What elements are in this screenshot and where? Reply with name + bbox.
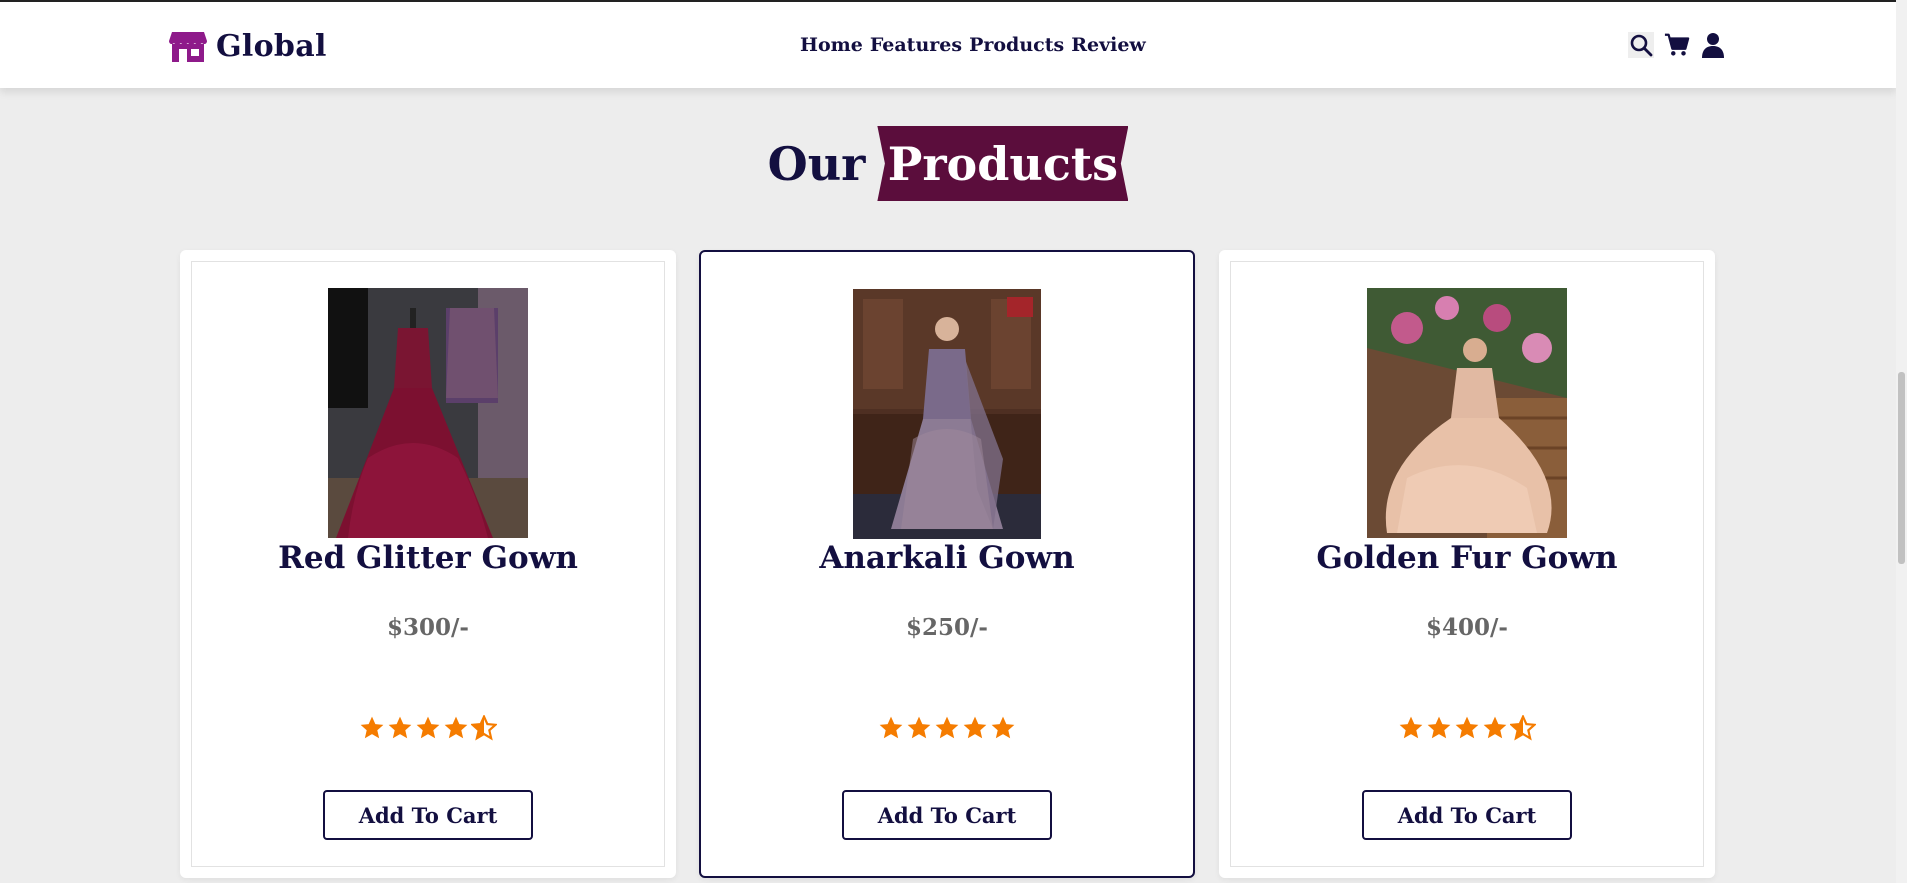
nav-products[interactable]: Products <box>969 34 1064 56</box>
product-image <box>328 288 528 538</box>
star-icon <box>935 716 959 739</box>
nav-features[interactable]: Features <box>870 34 962 56</box>
rating-stars <box>1219 715 1715 741</box>
logo-text: Global <box>216 28 327 64</box>
heading-ribbon: Products <box>877 126 1129 201</box>
product-image <box>853 289 1041 539</box>
logo[interactable]: Global <box>168 28 327 64</box>
product-price: $300/- <box>387 614 469 641</box>
page-scrollbar[interactable] <box>1896 0 1907 883</box>
product-name: Anarkali Gown <box>819 540 1075 576</box>
star-icon <box>963 716 987 739</box>
star-icon <box>388 716 412 739</box>
product-card: Golden Fur Gown $400/- Add To Cart <box>1219 250 1715 878</box>
main-nav: Home Features Products Review <box>800 34 1146 56</box>
product-name: Red Glitter Gown <box>278 540 578 576</box>
product-price: $250/- <box>906 614 988 641</box>
star-icon <box>991 716 1015 739</box>
header-icons <box>1628 32 1726 58</box>
star-icon <box>1399 716 1423 739</box>
user-icon[interactable] <box>1700 32 1726 58</box>
store-icon <box>169 32 207 62</box>
rating-stars <box>701 715 1193 741</box>
add-to-cart-button[interactable]: Add To Cart <box>842 790 1052 840</box>
site-header: Global Home Features Products Review <box>0 0 1896 88</box>
add-to-cart-button[interactable]: Add To Cart <box>1362 790 1572 840</box>
star-icon <box>879 716 903 739</box>
cart-icon[interactable] <box>1664 32 1690 58</box>
star-half-icon <box>1510 715 1536 741</box>
star-half-icon <box>471 715 497 741</box>
product-card: Anarkali Gown $250/- Add To Cart <box>699 250 1195 878</box>
star-icon <box>360 716 384 739</box>
star-icon <box>1455 716 1479 739</box>
nav-home[interactable]: Home <box>800 34 863 56</box>
search-icon[interactable] <box>1628 32 1654 58</box>
add-to-cart-button[interactable]: Add To Cart <box>323 790 533 840</box>
star-icon <box>416 716 440 739</box>
star-icon <box>444 716 468 739</box>
heading-plain: Our <box>767 136 866 191</box>
product-price: $400/- <box>1426 614 1508 641</box>
product-name: Golden Fur Gown <box>1316 540 1618 576</box>
star-icon <box>1483 716 1507 739</box>
star-icon <box>907 716 931 739</box>
nav-review[interactable]: Review <box>1071 34 1146 56</box>
product-image <box>1367 288 1567 538</box>
heading-highlight: Products <box>887 136 1119 191</box>
scrollbar-thumb[interactable] <box>1898 372 1905 564</box>
rating-stars <box>180 715 676 741</box>
star-icon <box>1427 716 1451 739</box>
product-card: Red Glitter Gown $300/- Add To Cart <box>180 250 676 878</box>
section-heading: Our Products <box>0 126 1896 201</box>
